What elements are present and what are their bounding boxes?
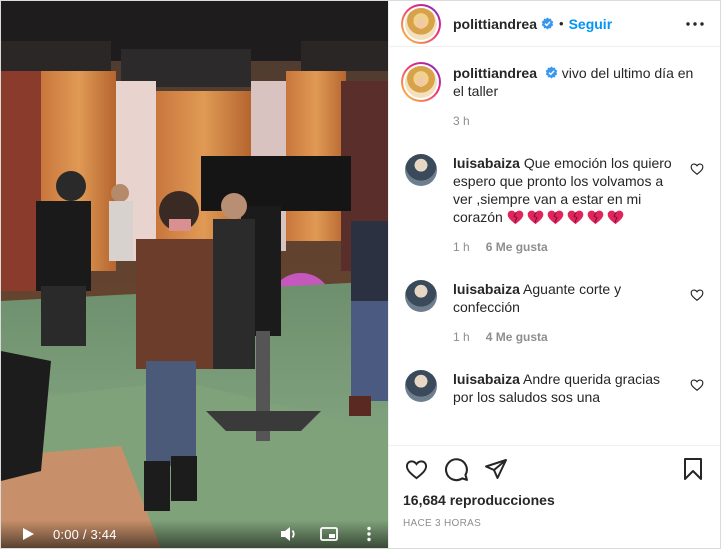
comment-item: luisabaiza Andre querida gracias por los… [401,368,704,406]
verified-badge-icon [541,17,554,30]
avatar[interactable] [405,154,437,186]
heart-emoji-icon [547,210,563,225]
heart-icon[interactable] [690,288,704,302]
video-frame-image [1,1,388,548]
post-actions-section: 16,684 reproducciones HACE 3 HORAS [389,445,720,529]
heart-emoji-icon [587,210,603,225]
post-header: polittiandrea • Seguir [389,1,720,47]
heart-emoji-row [507,209,624,225]
play-icon[interactable] [17,523,39,545]
heart-icon[interactable] [403,456,429,482]
verified-badge-icon [545,66,558,79]
post-caption: polittiandrea vivo del ultimo día en el … [401,62,704,130]
heart-icon[interactable] [690,378,704,392]
video-player[interactable]: 0:00 / 3:44 [1,1,388,548]
comment-time: 1 h [453,240,470,254]
heart-emoji-icon [527,210,543,225]
post-timestamp[interactable]: HACE 3 HORAS [403,518,706,529]
author-username[interactable]: polittiandrea [453,16,537,32]
comment-item: luisabaiza Que emoción los quiero espero… [401,152,704,256]
views-count[interactable]: 16,684 reproducciones [403,492,706,508]
picture-in-picture-icon[interactable] [318,523,340,545]
comment-likes-link[interactable]: 6 Me gusta [486,238,548,256]
heart-emoji-icon [507,210,523,225]
volume-icon[interactable] [278,523,300,545]
caption-time: 3 h [453,114,470,128]
avatar[interactable] [401,62,441,102]
action-icons-row [403,456,706,482]
heart-emoji-icon [607,210,623,225]
follow-button[interactable]: Seguir [569,16,613,32]
video-controls-bar: 0:00 / 3:44 [1,520,388,548]
heart-icon[interactable] [690,162,704,176]
bookmark-icon[interactable] [680,456,706,482]
comment-likes-link[interactable]: 4 Me gusta [486,328,548,346]
avatar[interactable] [401,3,441,44]
comment-username[interactable]: luisabaiza [453,155,520,171]
more-vertical-icon[interactable] [358,523,380,545]
more-horizontal-icon[interactable] [684,13,706,35]
paper-plane-icon[interactable] [483,456,509,482]
comment-item: luisabaiza Aguante corte y confección 1 … [401,278,704,346]
comment-username[interactable]: luisabaiza [453,281,520,297]
instagram-post-modal: 0:00 / 3:44 polittiandrea • Seguir polit… [0,0,721,549]
avatar[interactable] [405,370,437,402]
comments-list[interactable]: polittiandrea vivo del ultimo día en el … [389,48,720,444]
caption-username[interactable]: polittiandrea [453,65,537,81]
comment-time: 1 h [453,330,470,344]
post-side-panel: polittiandrea • Seguir polittiandrea viv… [388,1,720,548]
video-time-display: 0:00 / 3:44 [53,526,117,542]
comment-bubble-icon[interactable] [443,456,469,482]
avatar[interactable] [405,280,437,312]
separator-dot: • [559,16,564,31]
heart-emoji-icon [567,210,583,225]
comment-username[interactable]: luisabaiza [453,371,520,387]
